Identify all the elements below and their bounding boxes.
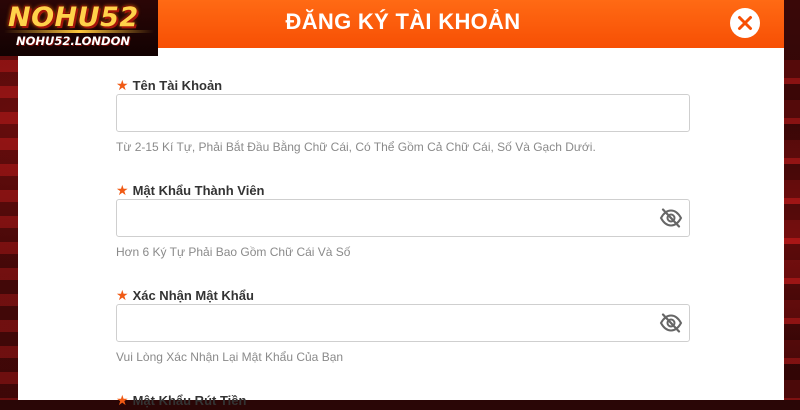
background-decoration-left [0, 60, 18, 400]
toggle-confirm-password-visibility-button[interactable] [659, 313, 683, 333]
username-hint: Từ 2-15 Kí Tự, Phải Bắt Đầu Bằng Chữ Cái… [116, 140, 596, 154]
close-icon [738, 16, 752, 30]
eye-off-icon [659, 208, 683, 228]
password-label-text: Mật Khẩu Thành Viên [132, 183, 265, 198]
password-label: ★ Mật Khẩu Thành Viên [116, 181, 265, 199]
username-input-box [116, 94, 690, 132]
confirm-password-label: ★ Xác Nhận Mật Khẩu [116, 286, 254, 304]
password-input[interactable] [117, 200, 661, 236]
username-input[interactable] [117, 95, 661, 131]
confirm-password-input-box [116, 304, 690, 342]
background-decoration-right [782, 60, 800, 400]
required-star-icon: ★ [116, 77, 129, 93]
username-label-text: Tên Tài Khoản [132, 78, 223, 93]
eye-off-icon [659, 313, 683, 333]
logo-swoosh [4, 30, 154, 33]
confirm-password-hint: Vui Lòng Xác Nhận Lại Mật Khẩu Của Bạn [116, 350, 344, 364]
close-button[interactable] [730, 8, 760, 38]
required-star-icon: ★ [116, 182, 129, 198]
register-form: ★ Tên Tài Khoản Từ 2-15 Kí Tự, Phải Bắt Đ… [18, 48, 784, 408]
withdraw-password-label: ★ Mật Khẩu Rút Tiền [116, 391, 246, 409]
register-modal: ĐĂNG KÝ TÀI KHOẢN ★ Tên Tài Khoản Từ 2-15… [18, 0, 784, 408]
password-input-box [116, 199, 690, 237]
site-logo[interactable]: NOHU52 NOHU52.LONDON [0, 0, 158, 56]
logo-domain: NOHU52.LONDON [16, 34, 131, 48]
password-hint: Hơn 6 Ký Tự Phải Bao Gồm Chữ Cái Và Số [116, 245, 351, 259]
required-star-icon: ★ [116, 392, 129, 408]
confirm-password-input[interactable] [117, 305, 661, 341]
username-label: ★ Tên Tài Khoản [116, 76, 222, 94]
required-star-icon: ★ [116, 287, 129, 303]
toggle-password-visibility-button[interactable] [659, 208, 683, 228]
confirm-password-label-text: Xác Nhận Mật Khẩu [132, 288, 254, 303]
withdraw-password-label-text: Mật Khẩu Rút Tiền [132, 393, 247, 408]
